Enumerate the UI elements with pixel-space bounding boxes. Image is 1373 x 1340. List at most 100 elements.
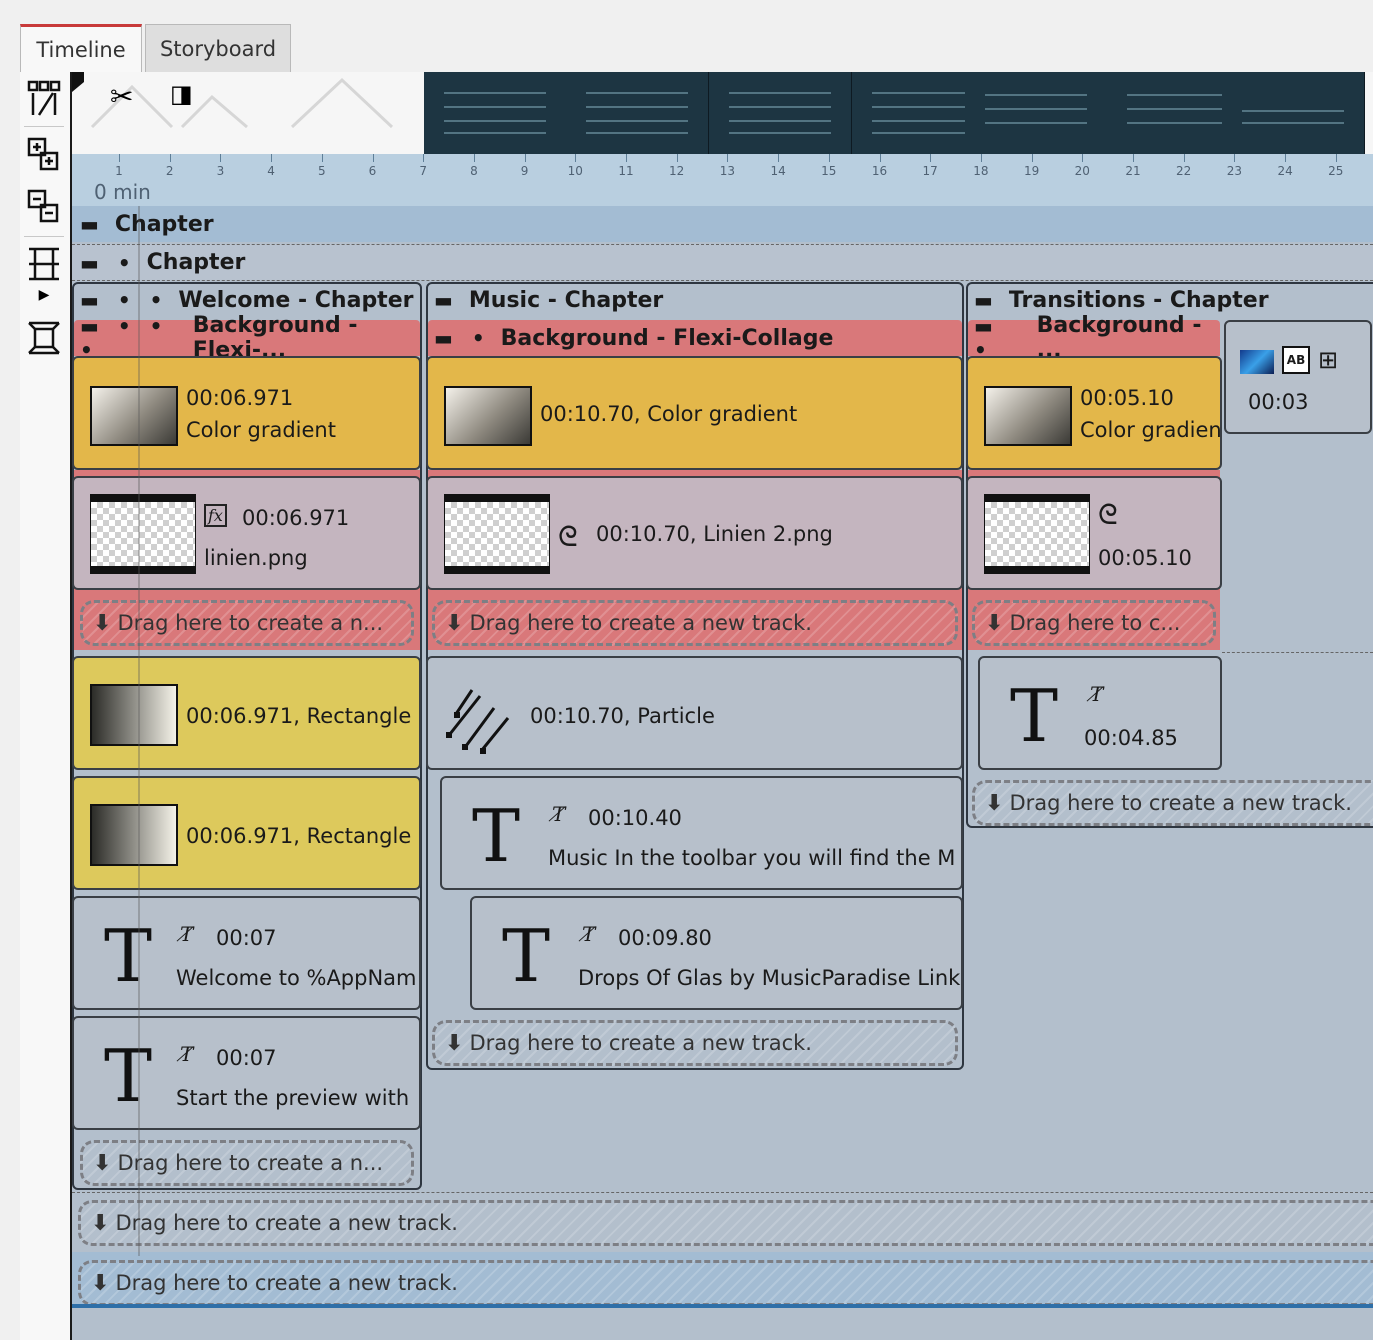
ruler-tick-label: 3 bbox=[216, 164, 225, 178]
preview-thumbnail[interactable] bbox=[1222, 72, 1365, 154]
collapse-icon[interactable]: ▬ • • • bbox=[80, 314, 183, 362]
drop-zone[interactable]: ⬇ Drag here to create a new track. bbox=[78, 1200, 1373, 1246]
drop-zone-label: Drag here to create a n... bbox=[117, 611, 384, 635]
music-chapter-bar[interactable]: ▬ Music - Chapter bbox=[428, 282, 962, 318]
drop-zone[interactable]: ⬇ Drag here to create a n... bbox=[80, 1140, 414, 1186]
ruler-tick bbox=[778, 154, 780, 162]
preview-thumbnail[interactable] bbox=[566, 72, 709, 154]
expand-arrow-icon[interactable]: ▶ bbox=[22, 284, 66, 306]
timeline-area[interactable]: ▬ Chapter ▬ • Chapter ▬ • • Welcome - Ch… bbox=[72, 206, 1373, 1340]
drop-zone[interactable]: ⬇ Drag here to create a new track. bbox=[972, 780, 1373, 826]
text-icon: T bbox=[104, 914, 153, 998]
music-text-clip[interactable]: T T̸ 00:09.80 Drops Of Glas by MusicPara… bbox=[470, 896, 963, 1010]
ruler-tick-label: 20 bbox=[1074, 164, 1090, 178]
ruler-tick-label: 12 bbox=[669, 164, 685, 178]
clip-duration: 00:07 bbox=[216, 926, 277, 950]
arrow-down-icon: ⬇ bbox=[91, 1210, 110, 1236]
clip-duration: 00:06.971 bbox=[186, 386, 294, 410]
arrow-down-icon: ⬇ bbox=[445, 610, 464, 636]
motion-path-icon: ᘓ bbox=[558, 520, 578, 553]
scissors-icon[interactable]: ✂ bbox=[110, 80, 133, 113]
music-background-title: Background - Flexi-Collage bbox=[500, 325, 834, 351]
music-chapter-title: Music - Chapter bbox=[468, 287, 664, 313]
text-effect-icon: T̸ bbox=[180, 1042, 194, 1066]
ruler-tick bbox=[930, 154, 932, 162]
welcome-rectangle-clip[interactable]: 00:06.971, Rectangle bbox=[72, 656, 421, 770]
ruler-tick-label: 22 bbox=[1176, 164, 1192, 178]
arrow-down-icon: ⬇ bbox=[985, 610, 1004, 636]
preview-thumbnail[interactable] bbox=[424, 72, 567, 154]
welcome-linien-clip[interactable]: fx 00:06.971 linien.png bbox=[72, 476, 421, 590]
drop-zone[interactable]: ⬇ Drag here to create a new track. bbox=[78, 1260, 1373, 1306]
text-icon: T bbox=[502, 914, 551, 998]
tab-timeline[interactable]: Timeline bbox=[20, 24, 142, 72]
ruler-tick bbox=[423, 154, 425, 162]
transitions-gradient-clip[interactable]: 00:05.10 Color gradient bbox=[966, 356, 1222, 470]
time-ruler[interactable]: 0 min 1 2 3 4 5 6 7 8 9 10 11 12 13 14 15 16 17 18 19 20 21 2… bbox=[72, 154, 1373, 206]
transition-thumbnail-icon bbox=[1240, 350, 1274, 374]
text-effect-icon: T̸ bbox=[552, 802, 566, 826]
gradient-thumbnail bbox=[444, 386, 532, 446]
collapse-icon[interactable]: ▬ bbox=[434, 288, 459, 312]
collapse-icon[interactable]: ▬ • bbox=[80, 251, 137, 275]
clip-name: Drops Of Glas by MusicParadise Link bbox=[578, 966, 961, 990]
drop-zone[interactable]: ⬇ Drag here to c... bbox=[972, 600, 1216, 646]
motion-path-icon: ᘓ bbox=[1098, 498, 1118, 531]
collapse-icon[interactable]: ▬ • • bbox=[80, 288, 168, 312]
welcome-background-bar[interactable]: ▬ • • • Background - Flexi-... bbox=[74, 313, 420, 363]
ruler-tick bbox=[727, 154, 729, 162]
tab-storyboard[interactable]: Storyboard bbox=[145, 24, 291, 72]
gradient-thumbnail bbox=[984, 386, 1072, 446]
clip-duration: 00:05.10 bbox=[1098, 546, 1192, 570]
transitions-text-clip[interactable]: T T̸ 00:04.85 bbox=[978, 656, 1222, 770]
chapter-root-bar[interactable]: ▬ Chapter bbox=[72, 206, 1373, 242]
welcome-gradient-clip[interactable]: 00:06.971 Color gradient bbox=[72, 356, 421, 470]
transitions-image-clip[interactable]: ᘓ 00:05.10 bbox=[966, 476, 1222, 590]
collapse-icon[interactable]: ▬ • bbox=[974, 314, 1027, 362]
drop-zone-label: Drag here to create a new track. bbox=[469, 1031, 812, 1055]
ruler-tick bbox=[1234, 154, 1236, 162]
music-background-bar[interactable]: ▬ • Background - Flexi-Collage bbox=[428, 320, 962, 356]
drop-zone[interactable]: ⬇ Drag here to create a new track. bbox=[432, 1020, 958, 1066]
ruler-tick-label: 16 bbox=[871, 164, 888, 178]
collapse-icon[interactable]: ▬ • bbox=[434, 326, 491, 350]
remove-track-icon[interactable] bbox=[22, 184, 66, 228]
ruler-tick bbox=[372, 154, 374, 162]
drop-zone-label: Drag here to create a new track. bbox=[115, 1211, 458, 1235]
welcome-text-clip[interactable]: T T̸ 00:07 Welcome to %AppNam bbox=[72, 896, 421, 1010]
text-ab-icon: AB bbox=[1282, 346, 1310, 374]
music-particle-clip[interactable]: 00:10.70, Particle bbox=[426, 656, 963, 770]
collapse-icon[interactable]: ▬ bbox=[80, 212, 105, 236]
ruler-tick bbox=[980, 154, 982, 162]
cut-tracks-icon[interactable] bbox=[22, 76, 66, 120]
music-gradient-clip[interactable]: 00:10.70, Color gradient bbox=[426, 356, 963, 470]
transitions-background-bar[interactable]: ▬ • Background - ... bbox=[968, 313, 1220, 363]
ruler-tick-label: 5 bbox=[317, 164, 326, 178]
image-thumbnail bbox=[984, 494, 1090, 574]
drop-zone[interactable]: ⬇ Drag here to create a n... bbox=[80, 600, 414, 646]
ruler-tick bbox=[169, 154, 171, 162]
welcome-chapter-title: Welcome - Chapter bbox=[178, 287, 414, 313]
preview-thumbnail[interactable] bbox=[709, 72, 852, 154]
music-text-clip[interactable]: T T̸ 00:10.40 Music In the toolbar you w… bbox=[440, 776, 963, 890]
chapter-sub-bar[interactable]: ▬ • Chapter bbox=[72, 244, 1373, 280]
expand-icon[interactable] bbox=[22, 316, 66, 360]
collapse-icon[interactable] bbox=[22, 242, 66, 286]
add-track-icon[interactable] bbox=[22, 132, 66, 176]
drop-zone[interactable]: ⬇ Drag here to create a new track. bbox=[432, 600, 958, 646]
chapter-root-title: Chapter bbox=[114, 211, 214, 237]
ruler-tick bbox=[524, 154, 526, 162]
collapse-icon[interactable]: ▬ bbox=[974, 288, 999, 312]
ruler-tick-label: 23 bbox=[1226, 164, 1243, 178]
clip-name: Music In the toolbar you will find the M bbox=[548, 846, 956, 870]
ruler-tick-label: 2 bbox=[165, 164, 174, 178]
welcome-rectangle-clip[interactable]: 00:06.971, Rectangle bbox=[72, 776, 421, 890]
transition-clip[interactable]: AB ⊞ 00:03 bbox=[1224, 320, 1372, 434]
marker-icon[interactable]: ◨ bbox=[170, 80, 193, 108]
ruler-tick-label: 1 bbox=[115, 164, 123, 178]
music-linien-clip[interactable]: ᘓ 00:10.70, Linien 2.png bbox=[426, 476, 963, 590]
preview-thumbnail[interactable] bbox=[965, 72, 1108, 154]
text-icon: T bbox=[1010, 674, 1059, 758]
preview-strip[interactable]: ✂ ◨ bbox=[72, 72, 1373, 154]
welcome-text-clip[interactable]: T T̸ 00:07 Start the preview with bbox=[72, 1016, 421, 1130]
